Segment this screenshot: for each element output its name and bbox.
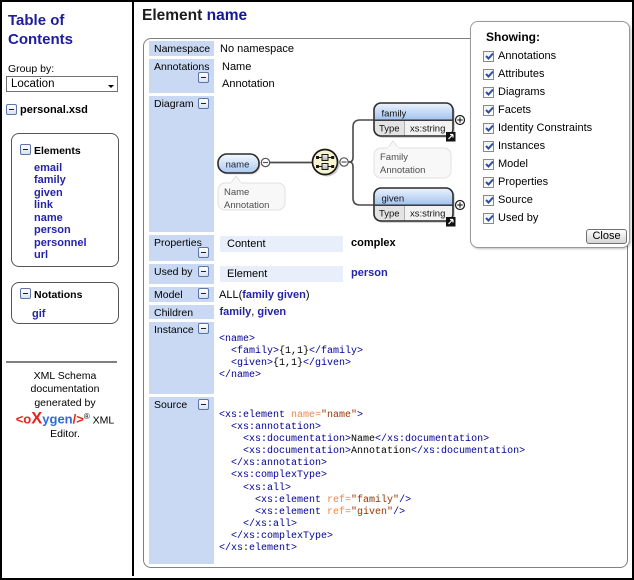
svg-text:Name: Name [224,187,249,198]
svg-text:Annotation: Annotation [224,200,269,211]
svg-text:Type: Type [379,209,400,220]
svg-text:Annotation: Annotation [380,165,425,176]
svg-text:Type: Type [379,124,400,135]
svg-text:given: given [382,194,405,205]
svg-text:name: name [226,160,250,171]
svg-text:family: family [382,109,407,120]
svg-text:xs:string: xs:string [410,124,445,135]
svg-text:Family: Family [380,152,408,163]
svg-text:xs:string: xs:string [410,209,445,220]
